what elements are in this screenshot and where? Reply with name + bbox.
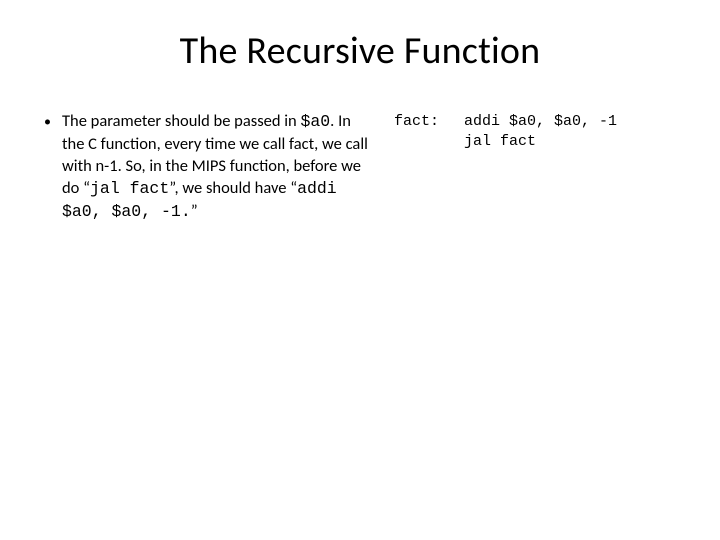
bullet-code2: jal fact xyxy=(90,179,169,198)
bullet-column: • The parameter should be passed in $a0.… xyxy=(40,110,370,223)
code-label: fact: xyxy=(394,112,464,223)
slide: The Recursive Function • The parameter s… xyxy=(0,0,720,540)
code-body: addi $a0, $a0, -1 jal fact xyxy=(464,112,617,223)
bullet-code1: $a0 xyxy=(300,112,330,131)
bullet-text: The parameter should be passed in $a0. I… xyxy=(62,110,370,223)
bullet-seg3: ”, we should have “ xyxy=(169,178,297,198)
code-line-2: jal fact xyxy=(464,133,536,150)
code-column: fact: addi $a0, $a0, -1 jal fact xyxy=(394,110,680,223)
slide-title: The Recursive Function xyxy=(40,28,680,74)
bullet-seg4: ” xyxy=(191,201,198,221)
bullet-marker: • xyxy=(44,110,62,133)
bullet-seg1: The parameter should be passed in xyxy=(62,111,300,131)
code-line-1: addi $a0, $a0, -1 xyxy=(464,113,617,130)
content-area: • The parameter should be passed in $a0.… xyxy=(40,110,680,223)
bullet-item: • The parameter should be passed in $a0.… xyxy=(44,110,370,223)
